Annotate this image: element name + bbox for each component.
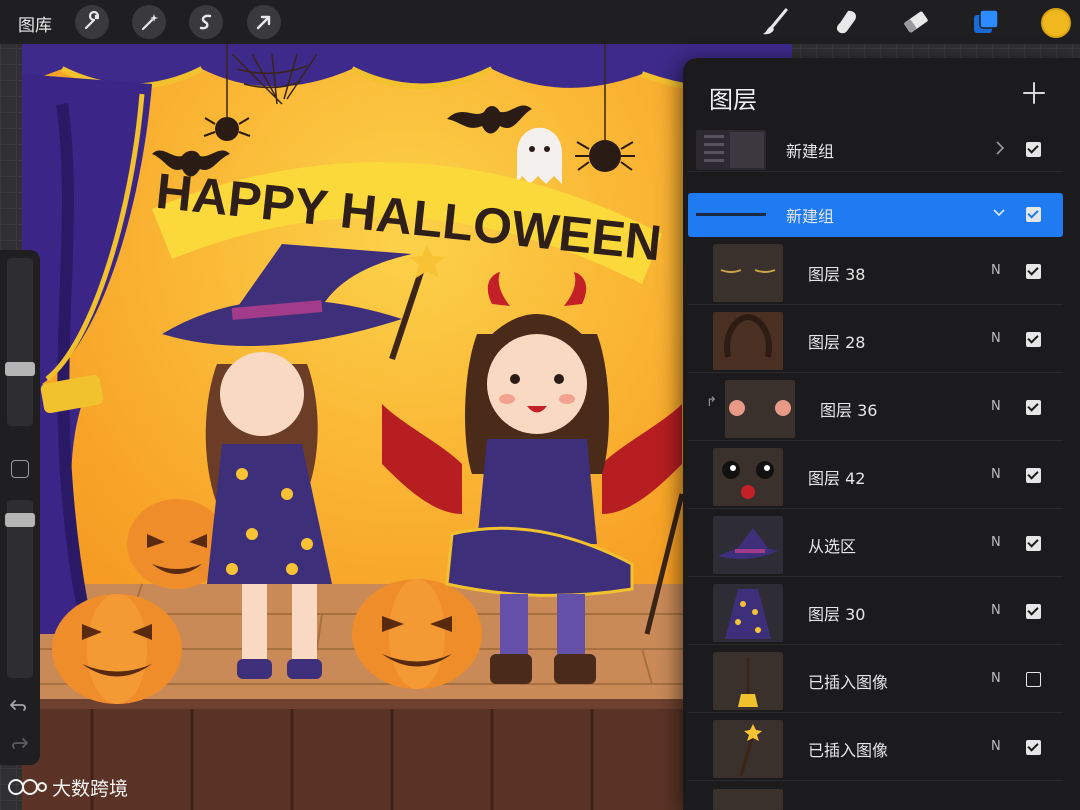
brush-size-slider[interactable] [7,258,33,426]
layer-thumbnail [713,244,783,302]
layer-visibility-checkbox[interactable] [1026,672,1041,687]
gallery-button[interactable]: 图库 [18,11,52,36]
layer-thumbnail [713,516,783,574]
layer-row[interactable]: 图层 42 N [688,443,1063,509]
layer-row[interactable]: 图层 28 N [688,307,1063,373]
layer-label: 图层 42 [808,469,866,488]
layer-thumbnail [725,380,795,438]
blend-mode[interactable]: N [991,399,1001,414]
blend-mode[interactable]: N [991,467,1001,482]
blend-mode[interactable]: N [991,671,1001,686]
layer-visibility-checkbox[interactable] [1026,604,1041,619]
chevron-right-icon[interactable] [993,138,1007,158]
blend-mode[interactable]: N [991,535,1001,550]
layer-row-partial[interactable] [688,783,1063,810]
left-sidebar [0,250,40,765]
canvas-artwork[interactable]: HAPPY HALLOWEEN [22,44,792,810]
selection-s-icon[interactable] [189,5,223,39]
layer-row[interactable]: 图层 38 N [688,239,1063,305]
layer-visibility-checkbox[interactable] [1026,400,1041,415]
procreate-app: 图库 HAPPY HALLOWEEN 图层 新建组 新建组 图层 38 N 图层… [0,0,1080,810]
opacity-thumb[interactable] [5,513,35,527]
layer-thumbnail [713,584,783,642]
layer-label: 图层 38 [808,265,866,284]
layer-visibility-checkbox[interactable] [1026,207,1041,222]
layer-row[interactable]: 已插入图像 N [688,715,1063,781]
layer-label: 从选区 [808,537,857,556]
layer-label: 图层 28 [808,333,866,352]
halloween-illustration: HAPPY HALLOWEEN [22,44,792,810]
layers-panel: 图层 新建组 新建组 图层 38 N 图层 28 N ↱ 图层 36 N 图层 … [683,58,1080,810]
group-line [696,213,766,216]
layer-row-clipped[interactable]: ↱ 图层 36 N [688,375,1063,441]
smudge-icon[interactable] [830,5,864,39]
layer-row[interactable]: 从选区 N [688,511,1063,577]
layer-visibility-checkbox[interactable] [1026,536,1041,551]
layer-row[interactable]: 图层 30 N [688,579,1063,645]
layer-group-row[interactable]: 新建组 [688,128,1063,172]
layer-group-row-selected[interactable]: 新建组 [688,193,1063,237]
layer-thumbnail [713,312,783,370]
layer-label: 已插入图像 [808,741,889,760]
layer-label: 新建组 [786,207,835,226]
brush-size-thumb[interactable] [5,362,35,376]
layer-label: 新建组 [786,142,835,161]
color-swatch[interactable] [1041,8,1071,38]
clip-indicator-icon: ↱ [706,395,717,410]
layer-visibility-checkbox[interactable] [1026,740,1041,755]
layers-icon[interactable] [969,5,1003,39]
layer-thumbnail [713,720,783,778]
layer-visibility-checkbox[interactable] [1026,264,1041,279]
layer-label: 图层 30 [808,605,866,624]
layer-label: 已插入图像 [808,673,889,692]
blend-mode[interactable]: N [991,739,1001,754]
watermark-logo-icon [6,775,48,804]
watermark: 大数跨境 [6,774,128,804]
redo-icon[interactable] [9,734,29,759]
layer-visibility-checkbox[interactable] [1026,142,1041,157]
blend-mode[interactable]: N [991,331,1001,346]
layer-visibility-checkbox[interactable] [1026,468,1041,483]
layers-title: 图层 [709,86,757,114]
blend-mode[interactable]: N [991,263,1001,278]
chevron-down-icon[interactable] [990,203,1008,223]
modify-button[interactable] [11,460,29,478]
eraser-icon[interactable] [899,5,933,39]
undo-icon[interactable] [9,696,29,721]
layer-thumbnail [696,130,766,170]
top-toolbar: 图库 [0,0,1080,44]
layer-visibility-checkbox[interactable] [1026,332,1041,347]
pumpkin-left [52,594,182,704]
layer-thumbnail [713,448,783,506]
brush-icon[interactable] [758,5,792,39]
transform-arrow-icon[interactable] [247,5,281,39]
pumpkin-center [352,579,482,689]
layer-row[interactable]: 已插入图像 N [688,647,1063,713]
plus-icon[interactable] [1019,78,1049,108]
blend-mode[interactable]: N [991,603,1001,618]
wrench-icon[interactable] [75,5,109,39]
magic-wand-icon[interactable] [132,5,166,39]
watermark-text: 大数跨境 [52,778,129,800]
layer-label: 图层 36 [820,401,878,420]
layer-thumbnail [713,789,783,810]
layer-thumbnail [713,652,783,710]
